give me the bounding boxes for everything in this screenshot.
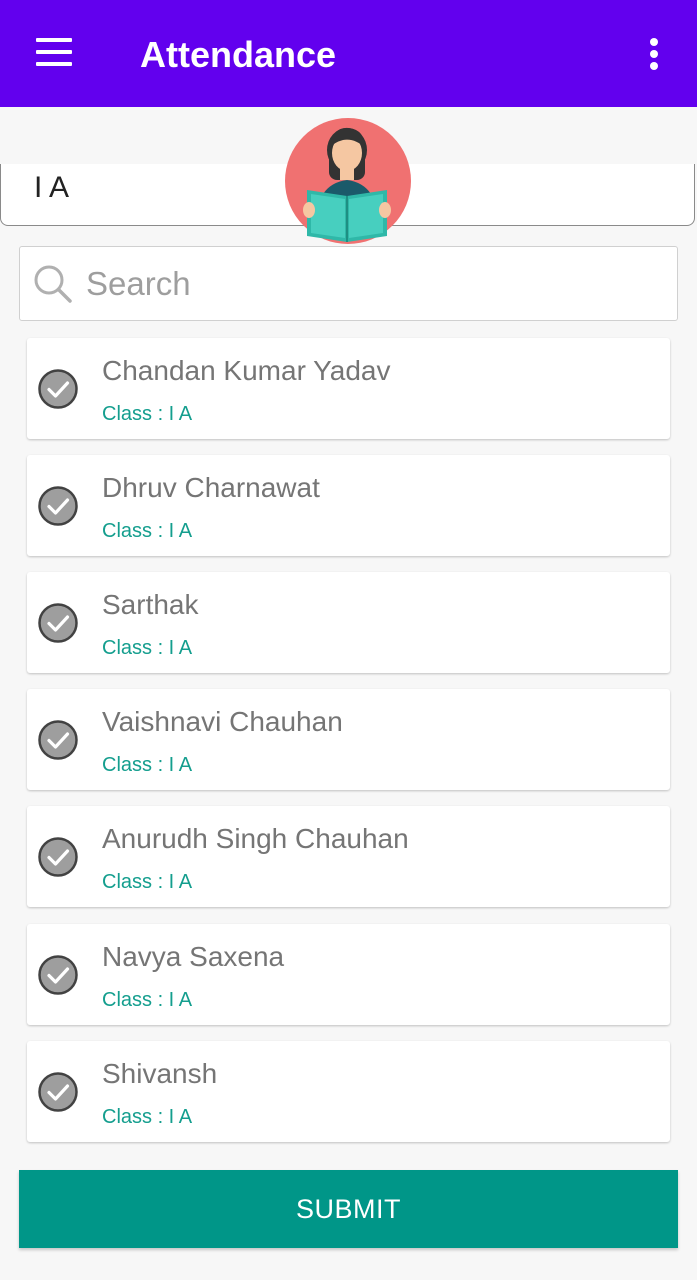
page-title: Attendance [140,34,337,75]
student-class: Class : I A [102,403,193,425]
student-row[interactable]: Anurudh Singh Chauhan Class : I A [27,806,670,907]
student-class: Class : I A [102,520,193,542]
check-circle-icon[interactable] [38,603,78,643]
submit-button[interactable]: SUBMIT [19,1170,678,1248]
student-name: Shivansh [102,1058,218,1089]
app-bar: Attendance [0,0,697,107]
student-row[interactable]: Navya Saxena Class : I A [27,924,670,1025]
class-selector-value[interactable]: I A [34,170,69,206]
teacher-avatar-icon [285,118,411,244]
student-name: Navya Saxena [102,941,285,972]
student-class: Class : I A [102,1106,193,1128]
more-vertical-icon[interactable] [638,34,670,74]
student-class: Class : I A [102,754,193,776]
student-row[interactable]: Shivansh Class : I A [27,1041,670,1142]
student-class: Class : I A [102,989,193,1011]
student-name: Sarthak [102,589,199,620]
student-name: Dhruv Charnawat [102,472,320,503]
student-row[interactable]: Dhruv Charnawat Class : I A [27,455,670,556]
student-name: Vaishnavi Chauhan [102,706,343,737]
check-circle-icon[interactable] [38,720,78,760]
student-row[interactable]: Vaishnavi Chauhan Class : I A [27,689,670,790]
check-circle-icon[interactable] [38,1072,78,1112]
search-field[interactable]: Search [19,246,678,321]
check-circle-icon[interactable] [38,955,78,995]
check-circle-icon[interactable] [38,486,78,526]
student-name: Anurudh Singh Chauhan [102,823,409,854]
search-icon [34,265,72,303]
student-class: Class : I A [102,637,193,659]
hamburger-menu-icon[interactable] [32,36,76,72]
check-circle-icon[interactable] [38,837,78,877]
check-circle-icon[interactable] [38,369,78,409]
student-row[interactable]: Sarthak Class : I A [27,572,670,673]
student-name: Chandan Kumar Yadav [102,355,391,386]
student-class: Class : I A [102,871,193,893]
search-input[interactable]: Search [86,265,191,303]
student-row[interactable]: Chandan Kumar Yadav Class : I A [27,338,670,439]
